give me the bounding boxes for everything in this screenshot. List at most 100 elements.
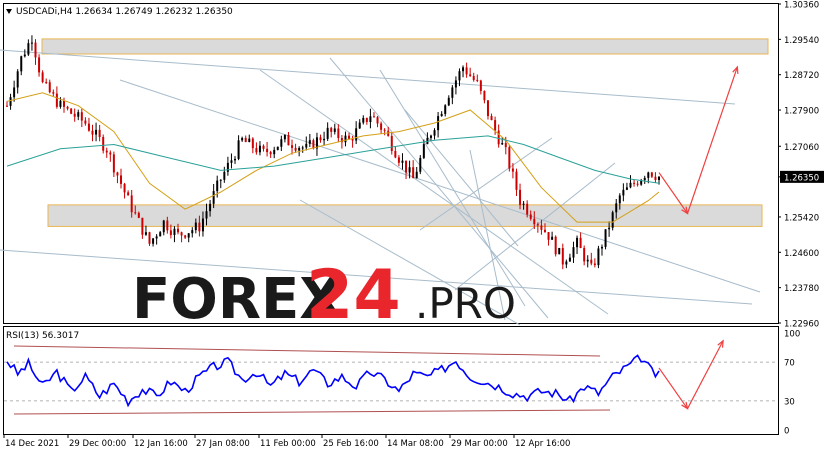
current-price-label: 1.26350 <box>784 173 819 183</box>
candle-body <box>191 230 194 234</box>
candle-body <box>251 138 254 149</box>
candle-body <box>219 179 222 181</box>
candle-body <box>276 146 279 150</box>
watermark-brand-number: 24 <box>306 256 401 335</box>
candle-body <box>401 160 404 163</box>
candle-body <box>144 232 147 235</box>
candle-body <box>654 176 657 180</box>
candle-body <box>558 248 561 255</box>
symbol-header: USDCADi,H4 1.26634 1.26749 1.26232 1.263… <box>16 7 233 17</box>
candle-body <box>280 139 283 147</box>
candle-body <box>629 182 632 188</box>
candle-body <box>405 160 408 173</box>
candle-body <box>312 140 315 149</box>
candle-body <box>462 67 465 72</box>
candle-body <box>98 129 101 138</box>
candle-body <box>48 82 51 93</box>
candle-body <box>273 149 276 155</box>
candle-body <box>38 57 41 73</box>
candle-body <box>226 162 229 172</box>
candle-body <box>440 113 443 117</box>
candle-body <box>579 237 582 249</box>
candle-body <box>95 129 98 135</box>
time-tick-label: 12 Jan 16:00 <box>134 439 188 449</box>
candle-body <box>330 127 333 132</box>
candle-body <box>27 43 30 55</box>
candle-body <box>120 175 123 184</box>
time-tick-label: 29 Dec 00:00 <box>69 439 126 449</box>
candle-body <box>611 212 614 228</box>
candle-body <box>437 116 440 131</box>
candle-body <box>583 248 586 262</box>
candle-body <box>433 130 436 136</box>
candle-body <box>159 232 162 237</box>
candle-body <box>266 148 269 153</box>
candle-body <box>291 145 294 148</box>
candle-body <box>333 128 336 132</box>
candle-body <box>298 147 301 151</box>
candle-body <box>59 100 62 107</box>
candle-body <box>80 112 83 121</box>
candle-body <box>380 123 383 130</box>
candle-body <box>504 143 507 148</box>
candle-body <box>13 87 16 98</box>
price-tick-label: 1.24600 <box>784 249 819 259</box>
candle-body <box>127 192 130 196</box>
time-tick-label: 14 Mar 08:00 <box>387 439 444 449</box>
candle-body <box>223 171 226 180</box>
candle-body <box>511 168 514 172</box>
candle-body <box>116 172 119 176</box>
candle-body <box>34 42 37 58</box>
candle-body <box>248 138 251 143</box>
candle-body <box>148 232 151 244</box>
candle-body <box>130 195 133 213</box>
candle-body <box>109 152 112 155</box>
candle-body <box>365 117 368 122</box>
candle-body <box>565 261 568 265</box>
candle-body <box>501 143 504 145</box>
candle-body <box>458 71 461 81</box>
candle-body <box>41 72 44 82</box>
candle-body <box>155 236 158 239</box>
candle-body <box>319 137 322 141</box>
candle-body <box>540 225 543 230</box>
time-tick-label: 27 Jan 08:00 <box>196 439 250 449</box>
candle-body <box>451 87 454 98</box>
candle-body <box>383 129 386 131</box>
candle-body <box>16 71 19 88</box>
candle-body <box>73 113 76 117</box>
candle-body <box>308 140 311 144</box>
candle-body <box>337 128 340 139</box>
candle-body <box>344 135 347 143</box>
candle-body <box>269 152 272 155</box>
candle-body <box>326 127 329 139</box>
candle-body <box>419 157 422 172</box>
candle-body <box>63 100 66 107</box>
candle-body <box>572 247 575 258</box>
candle-body <box>137 212 140 218</box>
candle-body <box>444 105 447 114</box>
rsi-tick-label: 30 <box>784 397 795 407</box>
candle-body <box>604 229 607 247</box>
candle-body <box>372 116 375 118</box>
forex-chart: FOREX 24 .PRO 1.30360 1.29540 1.28720 1.279… <box>0 0 826 455</box>
candle-body <box>600 246 603 249</box>
candle-body <box>529 214 532 219</box>
time-tick-label: 25 Feb 16:00 <box>323 439 379 449</box>
candle-body <box>519 189 522 205</box>
candle-body <box>465 67 468 75</box>
candle-body <box>447 97 450 106</box>
watermark-brand-right: .PRO <box>415 279 516 328</box>
candle-body <box>647 172 650 178</box>
candle-body <box>216 180 219 192</box>
candle-body <box>66 106 69 109</box>
candle-body <box>576 237 579 248</box>
candle-body <box>390 135 393 151</box>
candle-body <box>479 80 482 91</box>
price-tick-label: 1.25420 <box>784 213 819 223</box>
candle-body <box>454 80 457 88</box>
candle-body <box>568 257 571 262</box>
candle-body <box>429 135 432 138</box>
candle-body <box>30 42 33 44</box>
candle-body <box>141 217 144 235</box>
